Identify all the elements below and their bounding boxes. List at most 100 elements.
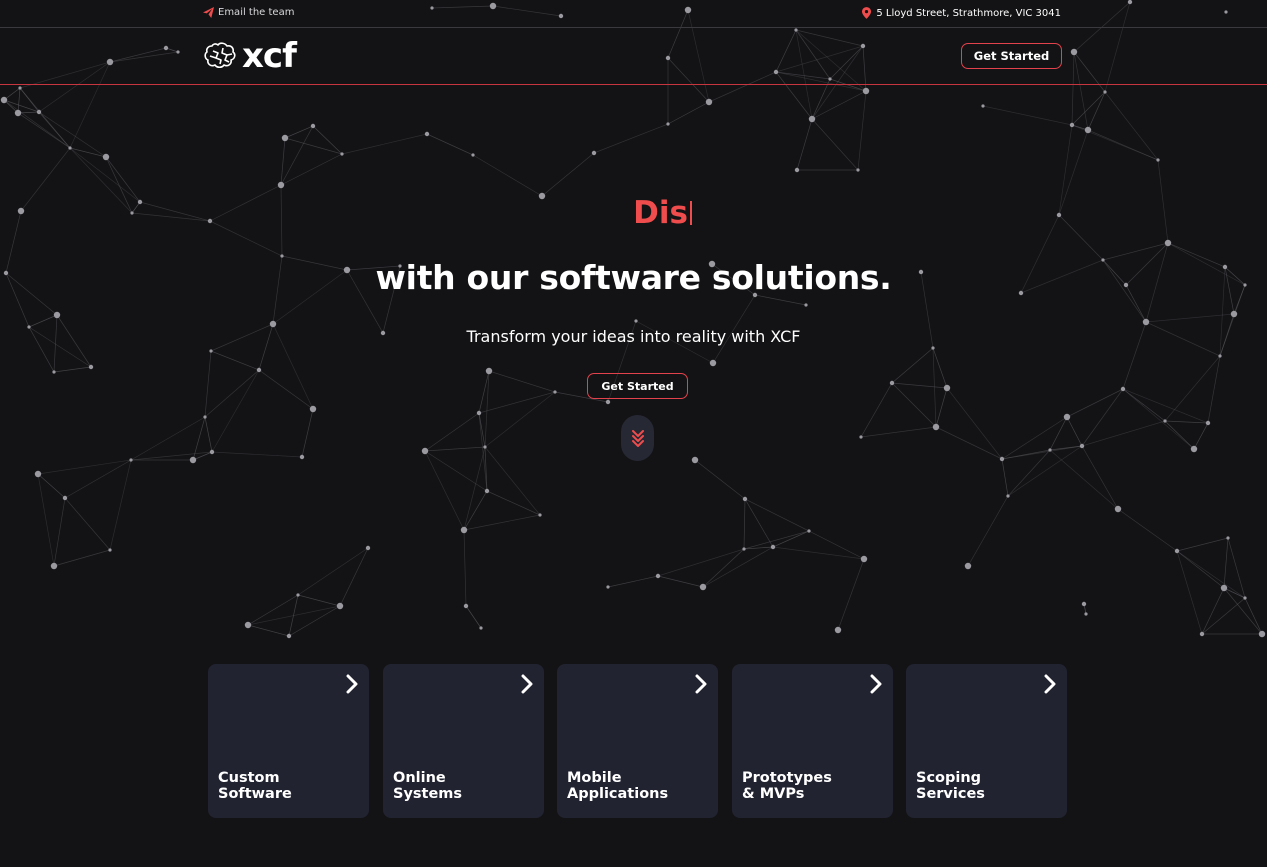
network-node xyxy=(1063,413,1071,421)
network-nodes xyxy=(0,0,1266,639)
service-card-title: Online Systems xyxy=(393,770,463,802)
network-node xyxy=(807,529,811,533)
network-node xyxy=(129,458,133,462)
network-node xyxy=(699,583,707,591)
network-node xyxy=(1079,443,1085,449)
service-card-title: Custom Software xyxy=(218,770,292,802)
network-node xyxy=(18,86,22,90)
network-node xyxy=(1142,318,1150,326)
hero-title: with our software solutions. xyxy=(375,258,892,297)
chevron-right-icon xyxy=(1044,674,1056,694)
network-node xyxy=(859,435,863,439)
network-node xyxy=(209,349,213,353)
network-node xyxy=(256,367,262,373)
address-info: 5 Lloyd Street, Strathmore, VIC 3041 xyxy=(862,7,1061,19)
network-node xyxy=(709,359,717,367)
network-node xyxy=(808,115,816,123)
network-node xyxy=(296,593,300,597)
network-node xyxy=(1103,90,1107,94)
network-lines xyxy=(3,1,1263,637)
background-network xyxy=(0,0,1266,639)
network-node xyxy=(943,384,951,392)
service-card-custom-software[interactable]: Custom Software xyxy=(208,664,369,818)
address-text: 5 Lloyd Street, Strathmore, VIC 3041 xyxy=(876,7,1061,19)
service-card-online-systems[interactable]: Online Systems xyxy=(383,664,544,818)
network-node xyxy=(804,303,808,307)
network-node xyxy=(1069,122,1075,128)
network-node xyxy=(50,562,58,570)
network-node xyxy=(770,544,776,550)
network-node xyxy=(1243,596,1247,600)
chevron-right-icon xyxy=(521,674,533,694)
network-node xyxy=(203,415,207,419)
network-node xyxy=(1174,548,1180,554)
network-node xyxy=(553,390,557,394)
network-node xyxy=(1220,584,1228,592)
network-node xyxy=(14,109,22,117)
email-link[interactable]: Email the team xyxy=(203,7,294,18)
header-get-started-button[interactable]: Get Started xyxy=(961,43,1062,69)
logo[interactable]: xcf xyxy=(204,36,297,76)
chevron-right-icon xyxy=(346,674,358,694)
network-node xyxy=(286,633,292,639)
network-node xyxy=(742,547,746,551)
network-node xyxy=(476,410,482,416)
network-node xyxy=(340,152,344,156)
network-node xyxy=(68,146,72,150)
network-node xyxy=(889,380,895,386)
email-label: Email the team xyxy=(218,7,295,18)
network-node xyxy=(1006,494,1010,498)
topbar: Email the team 5 Lloyd Street, Strathmor… xyxy=(0,0,1267,28)
network-node xyxy=(1205,420,1211,426)
network-node xyxy=(538,513,542,517)
network-node xyxy=(605,399,611,405)
service-card-mobile-applications[interactable]: Mobile Applications xyxy=(557,664,718,818)
network-node xyxy=(999,456,1005,462)
network-node xyxy=(62,495,68,501)
network-node xyxy=(1084,126,1092,134)
service-card-scoping-services[interactable]: Scoping Services xyxy=(906,664,1067,818)
network-node xyxy=(1199,631,1205,637)
network-node xyxy=(34,470,42,478)
network-node xyxy=(485,367,493,375)
typing-caret xyxy=(689,201,692,225)
header: xcf Get Started xyxy=(0,29,1267,85)
network-node xyxy=(299,454,305,460)
network-node xyxy=(856,168,860,172)
network-node xyxy=(424,131,430,137)
network-node xyxy=(1230,310,1238,318)
network-node xyxy=(591,150,597,156)
hero-typed-headline: Dis xyxy=(0,195,1267,231)
double-chevron-down-icon xyxy=(631,430,644,447)
scroll-down-button[interactable] xyxy=(621,415,654,461)
network-node xyxy=(834,626,842,634)
network-node xyxy=(310,123,316,129)
network-node xyxy=(931,346,935,350)
hero-get-started-button[interactable]: Get Started xyxy=(587,373,688,399)
network-node xyxy=(209,449,215,455)
network-node xyxy=(1048,448,1052,452)
network-node xyxy=(189,456,197,464)
network-node xyxy=(108,548,112,552)
network-node xyxy=(981,104,985,108)
chevron-right-icon xyxy=(695,674,707,694)
logo-text: xcf xyxy=(242,36,297,76)
network-node xyxy=(1156,158,1160,162)
network-node xyxy=(634,319,638,323)
service-card-title: Scoping Services xyxy=(916,770,985,802)
network-node xyxy=(460,526,468,534)
network-node xyxy=(860,555,868,563)
network-node xyxy=(1081,601,1087,607)
service-cards: Custom Software Online Systems Mobile Appli… xyxy=(208,664,1068,818)
hero-subtitle: Transform your ideas into reality with X… xyxy=(466,327,801,346)
network-node xyxy=(666,122,670,126)
service-card-title: Prototypes & MVPs xyxy=(742,770,832,802)
network-node xyxy=(1084,612,1088,616)
network-node xyxy=(964,562,972,570)
service-card-prototypes-mvps[interactable]: Prototypes & MVPs xyxy=(732,664,893,818)
network-node xyxy=(88,364,94,370)
page: Email the team 5 Lloyd Street, Strathmor… xyxy=(0,0,1267,867)
chevron-right-icon xyxy=(870,674,882,694)
typed-text: Dis xyxy=(633,195,688,231)
map-pin-icon xyxy=(862,7,872,19)
